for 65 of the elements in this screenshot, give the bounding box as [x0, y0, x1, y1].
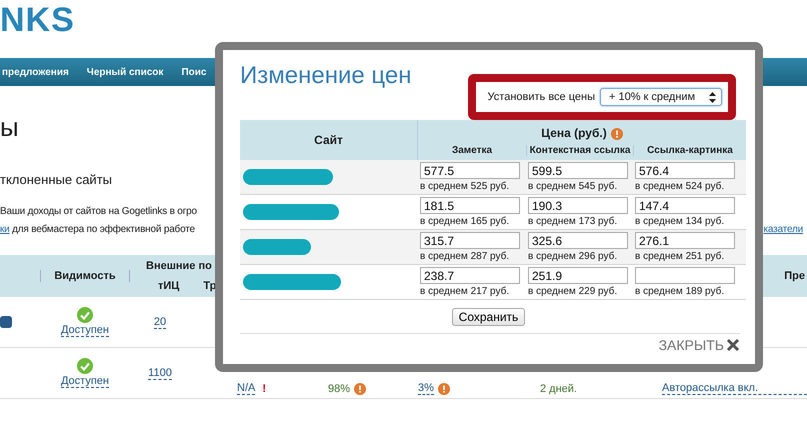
price-input[interactable]: 147.4 [635, 197, 735, 214]
set-all-label: Установить все цены [488, 91, 595, 103]
column-header: тИЦ [158, 280, 180, 292]
info-icon [354, 382, 366, 394]
tic-link[interactable]: 20 [154, 316, 166, 329]
average-price: в среднем 251 руб. [635, 251, 726, 262]
average-price: в среднем 545 руб. [528, 181, 618, 192]
price-input[interactable]: 599.5 [528, 162, 628, 179]
warning-mark: ! [262, 382, 266, 394]
info-icon [438, 382, 450, 394]
table-cell: 3% [418, 382, 434, 395]
average-price: в среднем 173 руб. [528, 216, 618, 227]
average-price: в среднем 296 руб. [528, 251, 618, 262]
column-header: Контекстная ссылка [526, 144, 633, 156]
column-header: Сайт [314, 133, 343, 147]
tic-link[interactable]: 1100 [148, 367, 172, 380]
price-input[interactable]: 190.3 [528, 197, 628, 214]
table-cell: N/A [237, 382, 256, 395]
price-input[interactable] [635, 267, 735, 284]
intro-text: ки для вебмастера по эффективной работе [0, 224, 196, 235]
price-input[interactable]: 325.6 [528, 232, 628, 249]
stats-link[interactable]: казатели [764, 224, 803, 235]
price-input[interactable]: 251.9 [528, 267, 628, 284]
intro-text: Ваши доходы от сайтов на Gogetlinks в огро [0, 206, 197, 217]
nav-tab[interactable]: Черный список [86, 66, 164, 78]
column-header: Цена (руб.) [541, 126, 607, 140]
price-input[interactable]: 315.7 [420, 232, 520, 249]
column-header: Видимость [40, 270, 130, 282]
price-input[interactable]: 181.5 [420, 197, 520, 214]
price-input[interactable]: 238.7 [420, 267, 520, 284]
info-icon [610, 128, 623, 140]
price-input[interactable]: 576.4 [635, 162, 735, 179]
logo-text: NKS [0, 1, 75, 39]
redacted-bar [243, 239, 311, 255]
close-icon [726, 338, 740, 352]
dialog-title: Изменение цен [240, 62, 412, 89]
stepper-icon [709, 92, 716, 102]
status-link[interactable]: Доступен [60, 324, 109, 337]
average-price: в среднем 525 руб. [420, 181, 510, 192]
page-heading: ы [0, 112, 19, 142]
status-link[interactable]: Доступен [60, 375, 109, 388]
nav-tab[interactable]: предложения [2, 66, 69, 78]
average-price: в среднем 217 руб. [420, 286, 510, 297]
column-header: Внешние по [146, 260, 213, 272]
mailing-link[interactable]: Авторассылка вкл. [662, 382, 807, 395]
average-price: в среднем 524 руб. [635, 181, 726, 192]
price-input[interactable]: 577.5 [420, 162, 520, 179]
price-input[interactable]: 276.1 [635, 232, 735, 249]
nav-tab[interactable]: Поис [181, 66, 206, 78]
table-cell: 98% [328, 382, 350, 394]
column-header: Пре [783, 270, 806, 282]
column-header: Ссылка-картинка [633, 144, 746, 156]
column-header: Заметка [450, 144, 494, 156]
site-icon [0, 316, 12, 328]
table-cell-text: 2 дней. [540, 382, 578, 394]
average-price: в среднем 165 руб. [420, 216, 510, 227]
close-button[interactable]: ЗАКРЫТЬ [658, 337, 740, 353]
guide-link[interactable]: ки [0, 224, 10, 235]
average-price: в среднем 134 руб. [635, 216, 726, 227]
average-price: в среднем 189 руб. [635, 286, 726, 297]
set-all-select[interactable]: + 10% к средним [600, 88, 722, 106]
save-button[interactable]: Сохранить [452, 308, 526, 326]
filter-link[interactable]: тклоненные сайты [0, 172, 112, 187]
average-price: в среднем 287 руб. [420, 251, 510, 262]
average-price: в среднем 229 руб. [528, 286, 618, 297]
